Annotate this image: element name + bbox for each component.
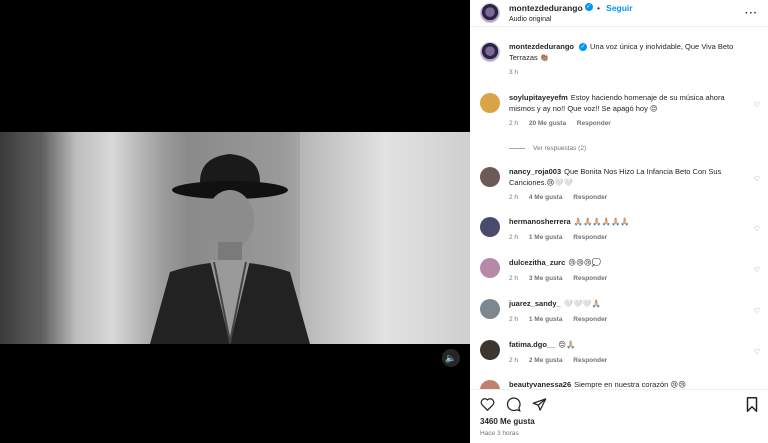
comment-item: dulcezitha_zurc 😢😢😢💭 2 h 3 Me gusta Respo… [480, 258, 760, 284]
comment-avatar[interactable] [480, 258, 500, 278]
like-heart-icon[interactable] [479, 396, 495, 412]
comment-meta: 2 h 2 Me gusta Responder [509, 356, 749, 367]
comment-avatar[interactable] [480, 93, 500, 113]
comment-time: 2 h [509, 356, 519, 364]
reply-button[interactable]: Responder [573, 234, 607, 241]
post-sidebar: montezdedurango ✓ • Seguir Audio original… [470, 0, 768, 443]
author-username[interactable]: montezdedurango [509, 3, 583, 13]
post-timestamp[interactable]: Hace 3 horas [480, 430, 519, 437]
caption-meta: 3 h [509, 68, 754, 79]
video-still-man-in-hat [150, 154, 310, 344]
comment-username[interactable]: beautyvanessa26 [509, 380, 571, 389]
like-comment-heart-icon[interactable]: ♡ [754, 266, 760, 274]
reply-button[interactable]: Responder [573, 316, 607, 323]
caption-username[interactable]: montezdedurango [509, 42, 574, 51]
comment-time: 2 h [509, 274, 519, 282]
comment-text: 😢😢😢💭 [568, 258, 602, 267]
verified-badge-icon: ✓ [579, 43, 587, 52]
comment-avatar[interactable] [480, 299, 500, 319]
caption-time: 3 h [509, 69, 519, 76]
comment-username[interactable]: hermanosherrera [509, 217, 571, 226]
reply-button[interactable]: Responder [573, 357, 607, 364]
comment-meta: 2 h 4 Me gusta Responder [509, 193, 749, 204]
author-info: montezdedurango ✓ • Seguir Audio original [509, 1, 633, 25]
comment-likes[interactable]: 4 Me gusta [529, 194, 563, 201]
post-actions: 3460 Me gusta Hace 3 horas [470, 389, 768, 443]
reply-button[interactable]: Responder [577, 120, 611, 127]
like-comment-heart-icon[interactable]: ♡ [754, 348, 760, 356]
comment-likes[interactable]: 20 Me gusta [529, 120, 566, 127]
like-comment-heart-icon[interactable]: ♡ [754, 101, 760, 109]
comment-avatar[interactable] [480, 340, 500, 360]
verified-badge-icon: ✓ [584, 2, 593, 11]
reply-button[interactable]: Responder [573, 275, 607, 282]
comment-username[interactable]: nancy_roja003 [509, 167, 561, 176]
reply-button[interactable]: Responder [573, 194, 607, 201]
comment-avatar[interactable] [480, 217, 500, 237]
like-comment-heart-icon[interactable]: ♡ [754, 307, 760, 315]
post-header: montezdedurango ✓ • Seguir Audio original… [470, 0, 768, 27]
comment-username[interactable]: soylupitayeyefm [509, 93, 568, 102]
comment-meta: 2 h 3 Me gusta Responder [509, 274, 749, 285]
comment-bubble-icon[interactable] [505, 396, 521, 412]
comment-text: 😔🙏🏼 [558, 340, 576, 349]
comment-likes[interactable]: 3 Me gusta [529, 275, 563, 282]
post-likes-count[interactable]: 3460 Me gusta [480, 417, 535, 426]
follow-button[interactable]: Seguir [606, 3, 632, 13]
comment-meta: 2 h 1 Me gusta Responder [509, 315, 749, 326]
instagram-post-view: 🔈 montezdedurango ✓ • Seguir Audio origin… [0, 0, 768, 443]
comment-item: nancy_roja003 Que Bonita Nos Hizo La Infa… [480, 167, 760, 204]
comment-item: juarez_sandy_ 🤍🤍🤍🙏🏼 2 h 1 Me gusta Respon… [480, 299, 760, 325]
caption-avatar[interactable] [480, 42, 500, 62]
mute-toggle-icon[interactable]: 🔈 [442, 349, 460, 367]
comment-item: soylupitayeyefm Estoy haciendo homenaje d… [480, 93, 760, 130]
comment-text: 🤍🤍🤍🙏🏼 [563, 299, 602, 308]
action-icons [479, 396, 547, 412]
comment-likes[interactable]: 2 Me gusta [529, 357, 563, 364]
comment-item: fatima.dgo__ 😔🙏🏼 2 h 2 Me gusta Responder… [480, 340, 760, 366]
comment-text: Siempre en nuestra corazón 😢😢 [574, 380, 687, 389]
comment-time: 2 h [509, 194, 519, 201]
like-comment-heart-icon[interactable]: ♡ [754, 175, 760, 183]
comment-time: 2 h [509, 315, 519, 323]
separator-dot: • [597, 4, 603, 13]
media-area[interactable]: 🔈 [0, 0, 470, 443]
comment-username[interactable]: juarez_sandy_ [509, 299, 561, 308]
comment-item: beautyvanessa26 Siempre en nuestra corazó… [480, 380, 760, 389]
comment-likes[interactable]: 1 Me gusta [529, 316, 563, 323]
comment-likes[interactable]: 1 Me gusta [529, 234, 563, 241]
like-comment-heart-icon[interactable]: ♡ [754, 225, 760, 233]
video-player[interactable] [0, 132, 470, 344]
comments-list[interactable]: montezdedurango ✓ Una voz única y inolvida… [470, 36, 768, 389]
comment-time: 2 h [509, 233, 519, 241]
caption-item: montezdedurango ✓ Una voz única y inolvida… [480, 42, 760, 79]
more-options-icon[interactable]: ··· [745, 8, 758, 19]
comment-username[interactable]: dulcezitha_zurc [509, 258, 565, 267]
bookmark-save-icon[interactable] [744, 396, 760, 412]
audio-label[interactable]: Audio original [509, 14, 633, 25]
comment-text: 🙏🏼🙏🏼🙏🏼🙏🏼🙏🏼🙏🏼 [573, 217, 630, 226]
comment-avatar[interactable] [480, 380, 500, 389]
share-send-icon[interactable] [531, 396, 547, 412]
author-avatar[interactable] [480, 3, 500, 23]
comment-meta: 2 h 1 Me gusta Responder [509, 233, 749, 244]
view-replies-button[interactable]: Ver respuestas (2) [509, 145, 586, 152]
comment-meta: 2 h 20 Me gusta Responder [509, 119, 749, 130]
comment-time: 2 h [509, 120, 519, 127]
comment-item: hermanosherrera 🙏🏼🙏🏼🙏🏼🙏🏼🙏🏼🙏🏼 2 h 1 Me gus… [480, 217, 760, 243]
comment-username[interactable]: fatima.dgo__ [509, 340, 555, 349]
background-wall [300, 132, 470, 344]
comment-avatar[interactable] [480, 167, 500, 187]
